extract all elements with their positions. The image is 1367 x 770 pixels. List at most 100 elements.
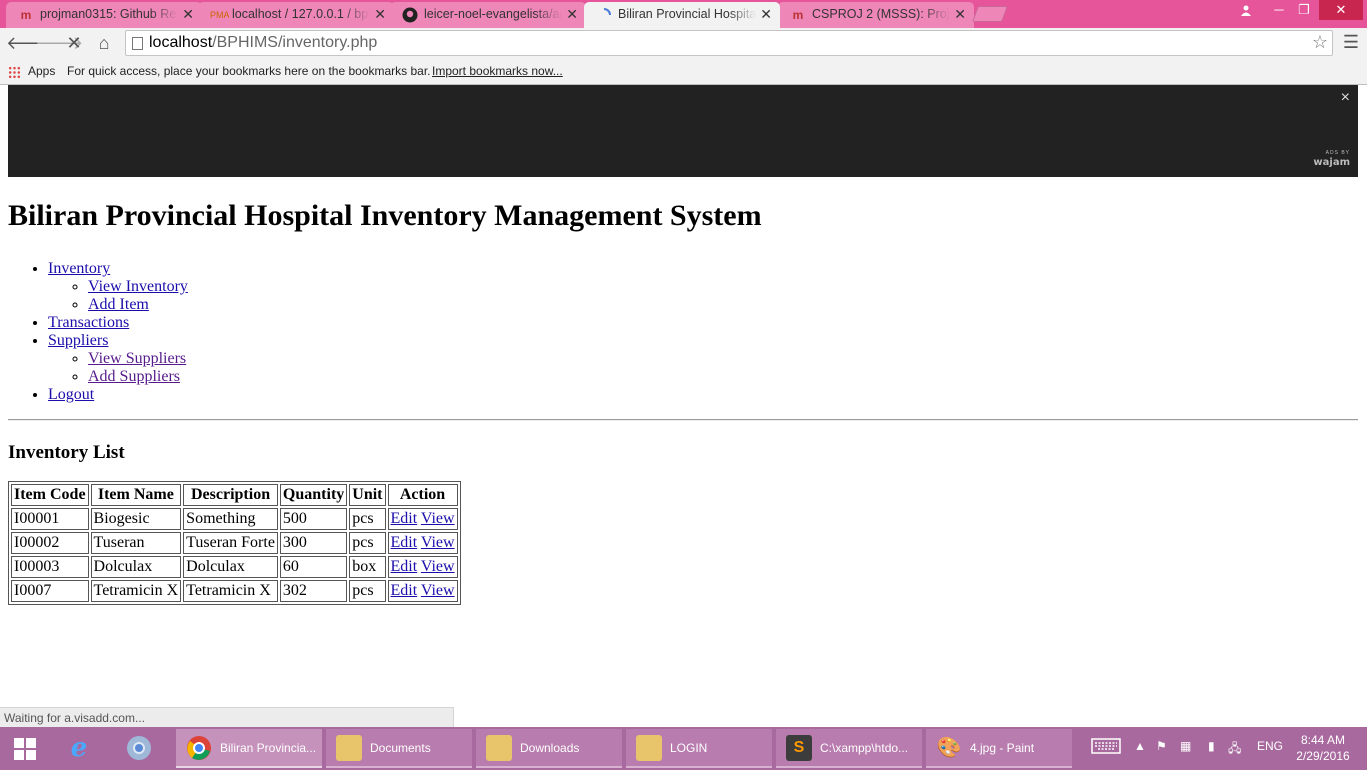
address-bar[interactable]: localhost/BPHIMS/inventory.php ☆: [125, 30, 1333, 56]
item-name-cell: Dolculax: [90, 556, 182, 578]
start-button[interactable]: [0, 729, 50, 768]
url-text[interactable]: localhost/BPHIMS/inventory.php: [149, 34, 377, 52]
nav-item-view-suppliers: View Suppliers: [88, 350, 1358, 368]
page-icon: [132, 37, 143, 50]
taskbar-item-documents[interactable]: Documents: [326, 729, 472, 768]
apps-grid-icon[interactable]: [8, 66, 21, 79]
browser-tab-phpmyadmin[interactable]: PMA localhost / 127.0.0.1 / bphims ✕: [198, 2, 394, 28]
description-cell: Dolculax: [183, 556, 278, 578]
tab-close-icon[interactable]: ✕: [954, 6, 966, 23]
taskbar-item-chrome[interactable]: Biliran Provincia...: [176, 729, 322, 768]
nav-link-transactions[interactable]: Transactions: [48, 314, 129, 331]
page-title: Biliran Provincial Hospital Inventory Ma…: [8, 199, 762, 232]
action-cell: Edit View: [387, 532, 458, 554]
nav-link-view-inventory[interactable]: View Inventory: [88, 278, 188, 295]
nav-link-logout[interactable]: Logout: [48, 386, 94, 403]
ad-banner[interactable]: × ADS BY wajam: [8, 85, 1358, 177]
clock-time: 8:44 AM: [1300, 733, 1346, 747]
action-cell: Edit View: [387, 508, 458, 530]
url-host: localhost: [149, 34, 213, 51]
browser-tab-projman[interactable]: m projman0315: Github Repo ✕: [6, 2, 202, 28]
item-name-cell: Tuseran: [90, 532, 182, 554]
nav-link-inventory[interactable]: Inventory: [48, 260, 110, 277]
taskbar-item-paint[interactable]: 🎨 4.jpg - Paint: [926, 729, 1072, 768]
divider: [8, 419, 1358, 421]
tab-title: projman0315: Github Repo: [40, 7, 178, 21]
edit-link[interactable]: Edit: [391, 534, 418, 551]
nav-link-add-item[interactable]: Add Item: [88, 296, 149, 313]
chrome-icon: [126, 735, 152, 761]
item-code-cell: I00002: [11, 532, 89, 554]
bookmark-star-icon[interactable]: ☆: [1312, 32, 1328, 53]
pinned-internet-explorer[interactable]: e: [56, 729, 106, 768]
user-profile-icon[interactable]: [1232, 0, 1260, 20]
ad-brand: wajam: [1313, 157, 1350, 168]
redmine-favicon-icon: m: [20, 8, 32, 22]
apps-shortcut[interactable]: Apps: [28, 64, 55, 78]
ads-by-logo: ADS BY wajam: [1313, 149, 1350, 168]
view-link[interactable]: View: [421, 534, 455, 551]
column-header: Action: [387, 484, 458, 506]
browser-tab-csproj[interactable]: m CSPROJ 2 (MSSS): Project list ✕: [778, 2, 974, 28]
network-icon[interactable]: 🖧: [1228, 739, 1241, 760]
quantity-cell: 302: [279, 580, 348, 602]
show-hidden-icons-icon[interactable]: ▲: [1134, 739, 1146, 753]
chrome-menu-icon[interactable]: ☰: [1343, 32, 1359, 53]
taskbar-label: LOGIN: [670, 741, 708, 755]
item-code-cell: I00003: [11, 556, 89, 578]
close-window-icon[interactable]: ✕: [1319, 0, 1363, 20]
unit-cell: pcs: [349, 532, 386, 554]
nav-item-inventory: Inventory View Inventory Add Item: [48, 260, 1358, 314]
close-ad-icon[interactable]: ×: [1341, 89, 1350, 107]
windows-store-icon[interactable]: ▦: [1180, 739, 1191, 753]
minimize-window-icon[interactable]: ─: [1265, 0, 1293, 20]
nav-item-view-inventory: View Inventory: [88, 278, 1358, 296]
touch-keyboard-icon[interactable]: [1091, 738, 1121, 757]
import-bookmarks-link[interactable]: Import bookmarks now...: [432, 64, 563, 78]
view-link[interactable]: View: [421, 558, 455, 575]
home-icon[interactable]: ⌂: [93, 32, 115, 54]
action-center-flag-icon[interactable]: ⚑: [1156, 739, 1167, 753]
windows-logo-icon: [14, 738, 36, 760]
nav-link-suppliers[interactable]: Suppliers: [48, 332, 108, 349]
new-tab-button[interactable]: [972, 6, 1008, 22]
edit-link[interactable]: Edit: [391, 510, 418, 527]
system-clock[interactable]: 8:44 AM 2/29/2016: [1290, 732, 1356, 764]
stop-loading-icon[interactable]: ✕: [63, 32, 85, 54]
nav-item-transactions: Transactions: [48, 314, 1358, 332]
view-link[interactable]: View: [421, 510, 455, 527]
browser-tab-bphims[interactable]: Biliran Provincial Hospital Inventory ✕: [584, 2, 780, 28]
folder-icon: [486, 735, 512, 761]
item-name-cell: Tetramicin X: [90, 580, 182, 602]
tab-close-icon[interactable]: ✕: [760, 6, 772, 23]
taskbar-item-login[interactable]: LOGIN: [626, 729, 772, 768]
battery-icon[interactable]: ▮: [1208, 739, 1215, 753]
tab-title: CSPROJ 2 (MSSS): Project list: [812, 7, 950, 21]
nav-link-view-suppliers[interactable]: View Suppliers: [88, 350, 186, 367]
pinned-chrome[interactable]: [116, 729, 166, 768]
back-arrow-icon[interactable]: 🡐: [6, 32, 54, 54]
tab-title: Biliran Provincial Hospital Inventory: [618, 7, 756, 21]
clock-date: 2/29/2016: [1296, 749, 1350, 763]
taskbar-item-downloads[interactable]: Downloads: [476, 729, 622, 768]
taskbar-label: Documents: [370, 741, 431, 755]
language-indicator[interactable]: ENG: [1257, 739, 1283, 753]
edit-link[interactable]: Edit: [391, 558, 418, 575]
browser-tab-github[interactable]: leicer-noel-evangelista/api ✕: [390, 2, 586, 28]
paint-icon: 🎨: [936, 737, 962, 759]
item-code-cell: I00001: [11, 508, 89, 530]
taskbar-item-sublime[interactable]: S C:\xampp\htdo...: [776, 729, 922, 768]
tab-close-icon[interactable]: ✕: [182, 6, 194, 23]
restore-window-icon[interactable]: ❐: [1290, 0, 1318, 20]
view-link[interactable]: View: [421, 582, 455, 599]
action-cell: Edit View: [387, 580, 458, 602]
unit-cell: pcs: [349, 580, 386, 602]
nav-link-add-suppliers[interactable]: Add Suppliers: [88, 368, 180, 385]
phpmyadmin-favicon-icon: PMA: [210, 10, 230, 20]
nav-item-add-item: Add Item: [88, 296, 1358, 314]
tab-close-icon[interactable]: ✕: [566, 6, 578, 23]
edit-link[interactable]: Edit: [391, 582, 418, 599]
forward-arrow-icon[interactable]: 🡒: [35, 32, 83, 54]
tab-close-icon[interactable]: ✕: [374, 6, 386, 23]
taskbar-label: Downloads: [520, 741, 580, 755]
